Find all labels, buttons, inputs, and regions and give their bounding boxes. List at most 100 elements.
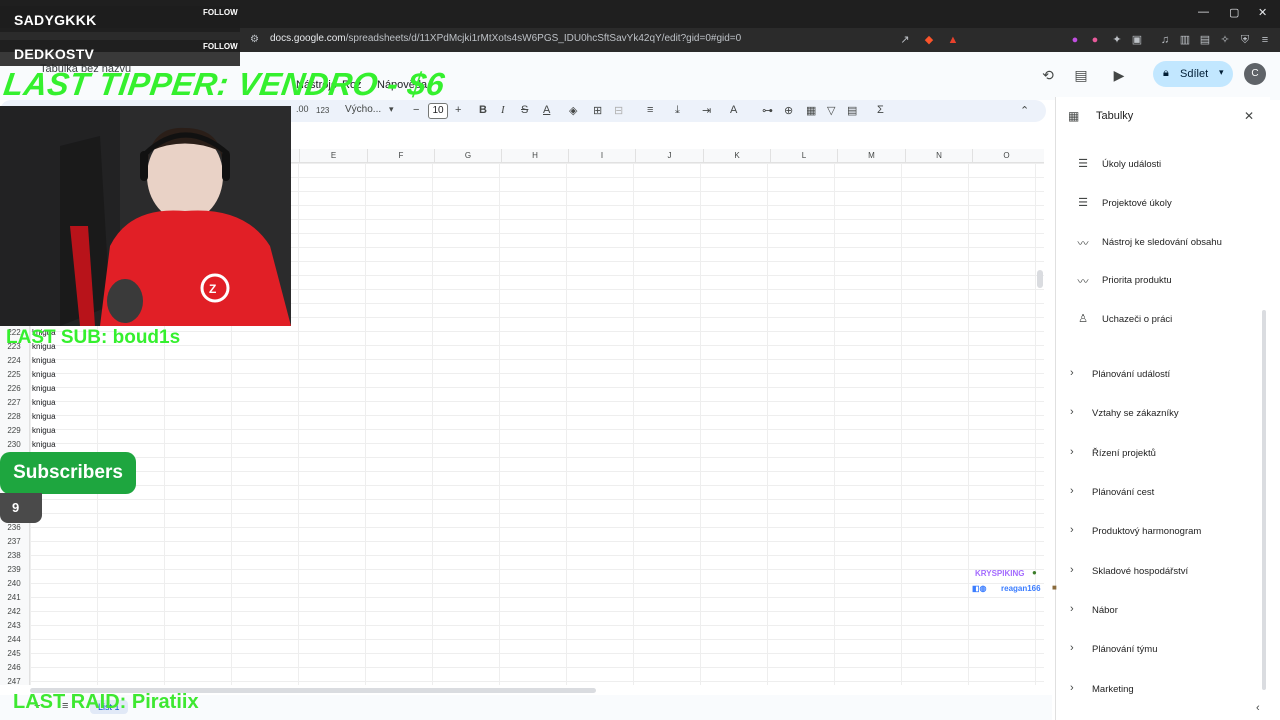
column-header[interactable]: N xyxy=(905,149,972,163)
brave-shield-icon[interactable]: ◆ xyxy=(922,33,936,47)
vertical-align-icon[interactable]: ⤓ xyxy=(675,104,680,117)
vpn-icon[interactable]: ⛨ xyxy=(1238,33,1252,47)
row-number[interactable]: 237 xyxy=(0,537,28,546)
template-item[interactable]: ☰ Úkoly události xyxy=(1074,157,1254,175)
category-item[interactable]: › Vztahy se zákazníky xyxy=(1070,406,1260,424)
cell-value[interactable]: knigua xyxy=(32,398,56,407)
category-item[interactable]: › Produktový harmonogram xyxy=(1070,524,1260,542)
cell-value[interactable]: knigua xyxy=(32,426,56,435)
column-header[interactable]: E xyxy=(299,149,367,163)
collapse-menu-icon[interactable]: ⌃ xyxy=(1020,104,1029,117)
filter-views-icon[interactable]: ▤ xyxy=(847,104,857,117)
maximize-icon[interactable]: ▢ xyxy=(1229,6,1239,19)
share-button[interactable]: 🔒︎ Sdílet ▾ xyxy=(1153,61,1233,87)
template-item[interactable]: 〰 Nástroj ke sledování obsahu xyxy=(1074,235,1254,253)
row-number[interactable]: 229 xyxy=(0,426,28,435)
category-item[interactable]: › Plánování cest xyxy=(1070,485,1260,503)
cell-value[interactable]: knigua xyxy=(32,384,56,393)
column-header[interactable]: M xyxy=(837,149,905,163)
column-header[interactable]: G xyxy=(434,149,501,163)
template-item[interactable]: 〰 Priorita produktu xyxy=(1074,273,1254,291)
row-number[interactable]: 239 xyxy=(0,565,28,574)
meet-icon[interactable]: ▶ xyxy=(1110,66,1128,84)
extensions-puzzle-icon[interactable]: ✦ xyxy=(1110,33,1124,47)
extension-icon[interactable]: ● xyxy=(1088,33,1102,47)
row-number[interactable]: 240 xyxy=(0,579,28,588)
text-color-icon[interactable]: A xyxy=(543,104,550,116)
site-settings-icon[interactable]: ⚙ xyxy=(250,34,262,46)
column-header[interactable]: O xyxy=(972,149,1040,163)
wrap-icon[interactable]: ⇥ xyxy=(702,104,711,117)
rotate-icon[interactable]: A xyxy=(730,104,737,116)
panel-scrollbar[interactable] xyxy=(1262,310,1266,690)
column-header[interactable]: K xyxy=(703,149,770,163)
menu-icon[interactable]: ≡ xyxy=(1258,33,1272,47)
link-icon[interactable]: ⊶ xyxy=(762,104,773,117)
fill-color-icon[interactable]: ◈ xyxy=(569,104,577,117)
close-window-icon[interactable]: ✕ xyxy=(1258,6,1267,19)
row-number[interactable]: 230 xyxy=(0,440,28,449)
brave-rewards-icon[interactable]: ▲ xyxy=(946,33,960,47)
row-number[interactable]: 224 xyxy=(0,356,28,365)
row-number[interactable]: 236 xyxy=(0,523,28,532)
row-number[interactable]: 241 xyxy=(0,593,28,602)
comments-icon[interactable]: ▤ xyxy=(1072,66,1090,84)
template-item[interactable]: ☰ Projektové úkoly xyxy=(1074,196,1254,214)
category-item[interactable]: › Plánování týmu xyxy=(1070,642,1260,660)
chart-icon[interactable]: ▦ xyxy=(806,104,816,117)
collapse-side-panel-icon[interactable]: ‹ xyxy=(1256,702,1260,714)
close-icon[interactable]: ✕ xyxy=(1244,109,1254,123)
vertical-scrollbar[interactable] xyxy=(1037,270,1043,288)
italic-icon[interactable]: I xyxy=(501,104,505,116)
row-number[interactable]: 226 xyxy=(0,384,28,393)
row-number[interactable]: 243 xyxy=(0,621,28,630)
chevron-down-icon[interactable]: ▾ xyxy=(389,104,394,115)
decimal-button[interactable]: .00 xyxy=(296,104,309,114)
functions-icon[interactable]: Σ xyxy=(877,104,884,116)
category-item[interactable]: › Plánování událostí xyxy=(1070,367,1260,385)
category-item[interactable]: › Marketing xyxy=(1070,682,1260,700)
row-number[interactable]: 238 xyxy=(0,551,28,560)
template-item[interactable]: ♙ Uchazeči o práci xyxy=(1074,312,1254,330)
comment-icon[interactable]: ⊕ xyxy=(784,104,793,117)
row-number[interactable]: 245 xyxy=(0,649,28,658)
category-item[interactable]: › Nábor xyxy=(1070,603,1260,621)
chevron-down-icon[interactable]: ▾ xyxy=(1219,67,1224,78)
row-number[interactable]: 242 xyxy=(0,607,28,616)
avatar[interactable]: C xyxy=(1244,63,1266,85)
wallet-icon[interactable]: ▤ xyxy=(1198,33,1212,47)
column-header[interactable]: L xyxy=(770,149,837,163)
font-size-input[interactable]: 10 xyxy=(428,103,448,119)
bold-icon[interactable]: B xyxy=(479,104,487,116)
cell-value[interactable]: knigua xyxy=(32,440,56,449)
column-header[interactable]: I xyxy=(568,149,635,163)
category-item[interactable]: › Skladové hospodářství xyxy=(1070,564,1260,582)
cell-value[interactable]: knigua xyxy=(32,356,56,365)
number-format-button[interactable]: 123 xyxy=(316,106,329,115)
row-number[interactable]: 227 xyxy=(0,398,28,407)
url-text[interactable]: docs.google.com/spreadsheets/d/11XPdMcjk… xyxy=(270,33,741,44)
row-number[interactable]: 225 xyxy=(0,370,28,379)
category-item[interactable]: › Řízení projektů xyxy=(1070,446,1260,464)
row-number[interactable]: 244 xyxy=(0,635,28,644)
row-number[interactable]: 228 xyxy=(0,412,28,421)
column-header[interactable]: H xyxy=(501,149,568,163)
filter-icon[interactable]: ▽ xyxy=(827,104,835,117)
extension-icon[interactable]: ● xyxy=(1068,33,1082,47)
row-number[interactable]: 246 xyxy=(0,663,28,672)
decrease-font-button[interactable]: − xyxy=(413,104,419,116)
leo-icon[interactable]: ✧ xyxy=(1218,33,1232,47)
column-header[interactable]: F xyxy=(367,149,434,163)
align-icon[interactable]: ≡ xyxy=(647,104,653,116)
tab-icon[interactable]: ▣ xyxy=(1130,33,1144,47)
cell-value[interactable]: knigua xyxy=(32,370,56,379)
share-page-icon[interactable]: ↗ xyxy=(898,33,912,47)
font-select[interactable]: Výcho... xyxy=(345,104,381,115)
row-number[interactable]: 247 xyxy=(0,677,28,686)
cell-value[interactable]: knigua xyxy=(32,412,56,421)
sidebar-icon[interactable]: ▥ xyxy=(1178,33,1192,47)
history-icon[interactable]: ⟲ xyxy=(1039,66,1057,84)
borders-icon[interactable]: ⊞ xyxy=(593,104,602,117)
increase-font-button[interactable]: + xyxy=(455,104,461,116)
media-icon[interactable]: ♫ xyxy=(1158,33,1172,47)
